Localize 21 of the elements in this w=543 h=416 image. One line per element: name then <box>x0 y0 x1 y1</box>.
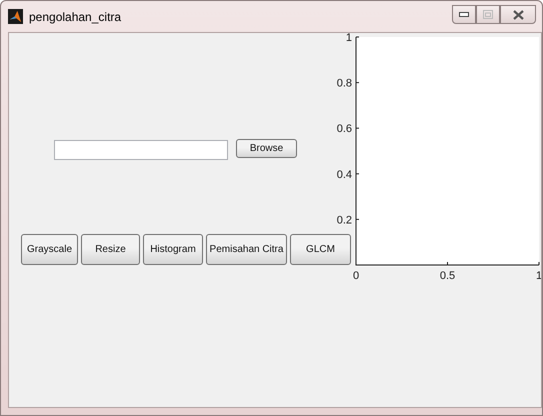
file-path-field[interactable] <box>54 140 228 160</box>
y-tick-label: 1 <box>346 33 352 44</box>
minimize-button[interactable] <box>452 5 476 24</box>
minimize-icon <box>459 12 469 18</box>
y-tick-label: 0.6 <box>336 123 352 136</box>
window-title: pengolahan_citra <box>29 10 122 24</box>
action-button[interactable]: Resize <box>81 234 140 265</box>
y-tick-label: 0.2 <box>336 214 352 226</box>
app-icon <box>8 9 23 24</box>
x-tick-label: 0 <box>352 270 360 281</box>
action-button[interactable]: Histogram <box>143 234 203 265</box>
close-icon <box>512 10 524 20</box>
action-button[interactable]: Pemisahan Citra <box>206 234 287 265</box>
close-button[interactable] <box>500 5 536 24</box>
action-button[interactable]: Grayscale <box>21 234 78 265</box>
maximize-icon <box>483 10 493 19</box>
action-button[interactable]: GLCM <box>290 234 351 265</box>
y-tick-label: 0.8 <box>336 78 352 90</box>
x-tick-label: 0.5 <box>440 270 456 281</box>
browse-button[interactable]: Browse <box>236 139 297 158</box>
y-tick-label: 0.4 <box>336 168 352 181</box>
